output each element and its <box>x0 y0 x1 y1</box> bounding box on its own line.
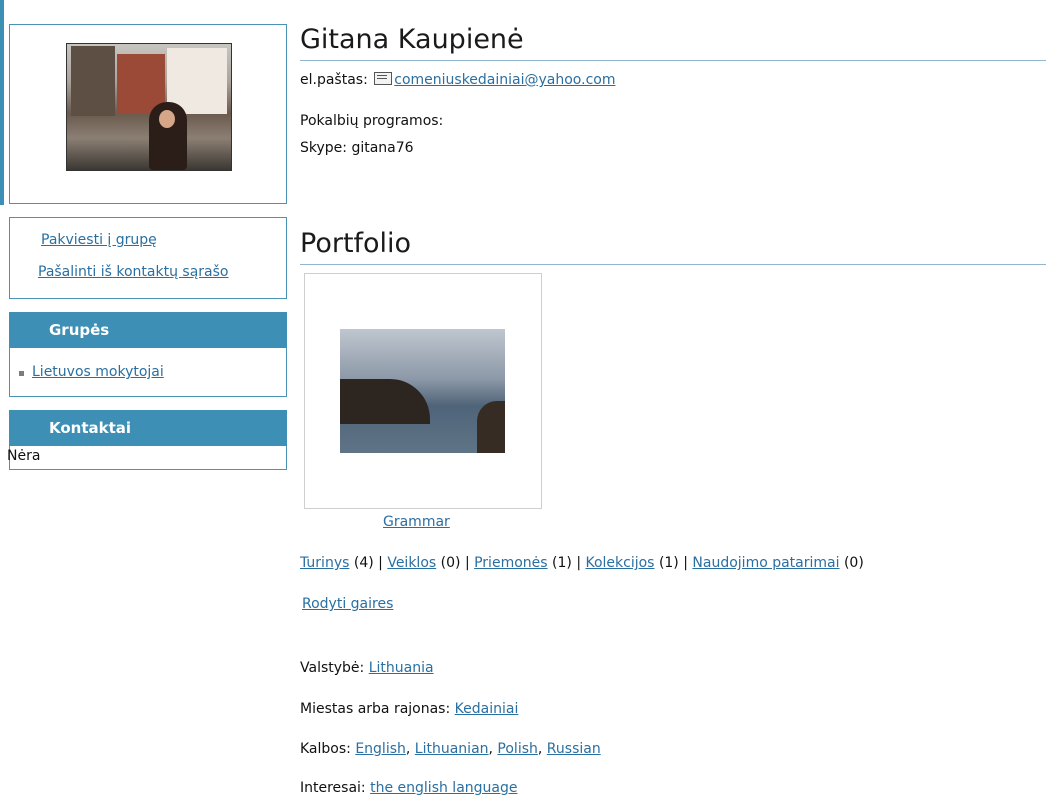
divider <box>300 60 1046 61</box>
group-link[interactable]: Lietuvos mokytojai <box>32 364 164 380</box>
stat-link-tools[interactable]: Priemonės <box>474 555 547 571</box>
contacts-list: Nėra <box>7 446 287 470</box>
stat-link-collections[interactable]: Kolekcijos <box>585 555 654 571</box>
stat-link-activities[interactable]: Veiklos <box>387 555 436 571</box>
profile-photo-panel <box>9 24 287 204</box>
language-link[interactable]: English <box>355 741 406 757</box>
portfolio-item-link[interactable]: Grammar <box>383 514 450 530</box>
language-link[interactable]: Polish <box>497 741 537 757</box>
city-link[interactable]: Kedainiai <box>455 701 519 717</box>
stat-separator: | <box>683 555 688 571</box>
email-row: el.paštas: comeniuskedainiai@yahoo.com <box>300 72 615 88</box>
portfolio-item-thumbnail[interactable] <box>304 273 542 509</box>
stat-count: (4) <box>353 555 374 571</box>
remove-contact-link[interactable]: Pašalinti iš kontaktų sąrašo <box>38 264 228 280</box>
image-rock <box>388 407 404 419</box>
portfolio-title: Portfolio <box>300 228 412 259</box>
mail-icon <box>374 72 393 85</box>
language-link[interactable]: Russian <box>547 741 601 757</box>
city-row: Miestas arba rajonas: Kedainiai <box>300 701 518 717</box>
contacts-title: Kontaktai <box>49 419 132 437</box>
city-label: Miestas arba rajonas: <box>300 701 451 717</box>
profile-photo <box>66 43 232 171</box>
groups-header: Grupės <box>9 312 287 348</box>
contacts-empty-text: Nėra <box>7 448 41 464</box>
left-accent-strip <box>0 0 4 205</box>
email-link[interactable]: comeniuskedainiai@yahoo.com <box>394 72 615 88</box>
contacts-header: Kontaktai <box>9 410 287 446</box>
profile-actions: Pakviesti į grupę Pašalinti iš kontaktų … <box>9 217 287 299</box>
interests-link[interactable]: the english language <box>370 780 517 796</box>
skype-row: Skype: gitana76 <box>300 140 414 156</box>
stat-count: (0) <box>843 555 864 571</box>
language-link[interactable]: Lithuanian <box>415 741 489 757</box>
portfolio-item-image[interactable] <box>340 329 505 453</box>
show-guides-link[interactable]: Rodyti gaires <box>302 596 393 612</box>
interests-row: Interesai: the english language <box>300 780 518 796</box>
profile-name: Gitana Kaupienė <box>300 24 524 55</box>
email-label: el.paštas: <box>300 72 368 88</box>
stat-count: (1) <box>658 555 679 571</box>
stat-separator: | <box>378 555 383 571</box>
groups-list: Lietuvos mokytojai <box>9 348 287 397</box>
stat-separator: | <box>464 555 470 571</box>
stat-separator: | <box>576 555 582 571</box>
divider <box>300 264 1046 265</box>
portfolio-stats: Turinys (4) | Veiklos (0) | Priemonės (1… <box>300 555 864 571</box>
image-cliff <box>340 379 430 424</box>
country-label: Valstybė: <box>300 660 365 676</box>
languages-row: Kalbos: English, Lithuanian, Polish, Rus… <box>300 741 601 757</box>
photo-building <box>71 46 115 116</box>
interests-label: Interesai: <box>300 780 366 796</box>
groups-title: Grupės <box>49 321 110 339</box>
languages-label: Kalbos: <box>300 741 351 757</box>
bullet-icon <box>19 371 24 376</box>
skype-id: gitana76 <box>351 140 414 156</box>
stat-count: (1) <box>552 555 572 571</box>
country-row: Valstybė: Lithuania <box>300 660 434 676</box>
photo-face <box>159 110 175 128</box>
image-cliff <box>477 401 505 453</box>
stat-count: (0) <box>440 555 461 571</box>
stat-link-content[interactable]: Turinys <box>300 555 349 571</box>
skype-label: Skype: <box>300 140 347 156</box>
invite-to-group-link[interactable]: Pakviesti į grupę <box>41 232 157 248</box>
im-label: Pokalbių programos: <box>300 113 444 129</box>
country-link[interactable]: Lithuania <box>369 660 434 676</box>
stat-link-usage-tips[interactable]: Naudojimo patarimai <box>692 555 839 571</box>
